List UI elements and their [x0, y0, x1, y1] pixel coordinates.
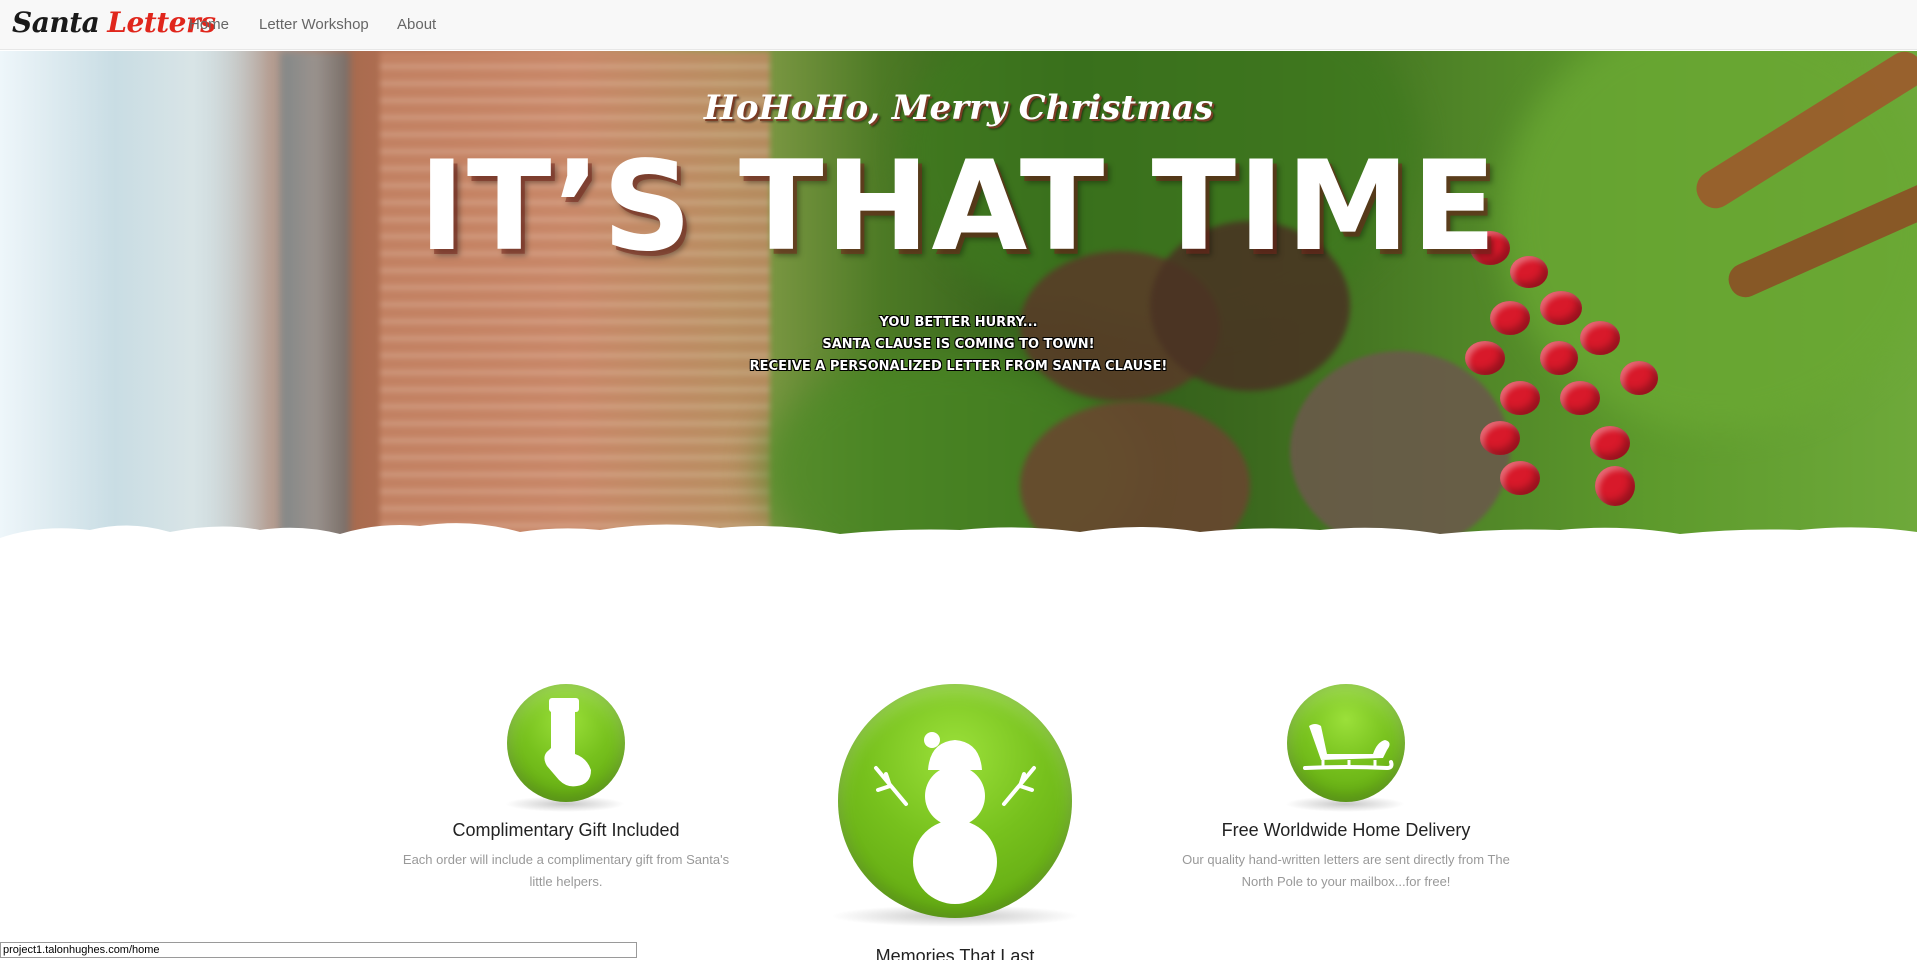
hero-line-1: You better hurry...	[879, 315, 1038, 330]
navbar: Santa Letters Home Letter Workshop About	[0, 0, 1917, 50]
feature-title-gift: Complimentary Gift Included	[452, 820, 680, 840]
feature-icon-memories	[838, 684, 1072, 918]
feature-title-delivery: Free Worldwide Home Delivery	[1221, 820, 1471, 840]
hero-line-2: Santa Clause is coming to town!	[822, 337, 1095, 352]
brand-logo[interactable]: Santa Letters	[12, 6, 216, 39]
hero-title: IT’S THAT TIME	[418, 135, 1499, 279]
stocking-icon	[544, 698, 591, 787]
brand-text-santa: Santa	[12, 6, 100, 39]
berry	[1590, 426, 1630, 460]
nav-home[interactable]: Home	[189, 16, 229, 33]
berry	[1500, 381, 1540, 415]
berry	[1500, 461, 1540, 495]
berry	[1595, 466, 1635, 506]
snowman-icon	[874, 732, 1036, 904]
sleigh-icon	[1303, 724, 1394, 771]
status-bar-url: project1.talonhughes.com/home	[0, 942, 637, 958]
feature-title-memories: Memories That Last	[875, 946, 1035, 960]
hero-line-3: Receive a personalized letter from Santa…	[749, 359, 1168, 374]
feature-text-gift: Each order will include a complimentary …	[402, 852, 730, 889]
brick-wall	[380, 51, 770, 571]
hero-subtitle: HoHoHo, Merry Christmas	[703, 88, 1214, 128]
hero-banner: HoHoHo, Merry Christmas IT’S THAT TIME Y…	[0, 51, 1917, 571]
feature-icon-delivery	[1287, 684, 1405, 802]
feature-icon-gift	[507, 684, 625, 802]
nav-about[interactable]: About	[397, 16, 436, 33]
snow-edge	[0, 523, 1917, 590]
feature-text-delivery: Our quality hand-written letters are sen…	[1182, 852, 1510, 889]
nav-letter-workshop[interactable]: Letter Workshop	[259, 16, 369, 33]
berry	[1560, 381, 1600, 415]
window-frame	[280, 51, 350, 571]
berry	[1480, 421, 1520, 455]
